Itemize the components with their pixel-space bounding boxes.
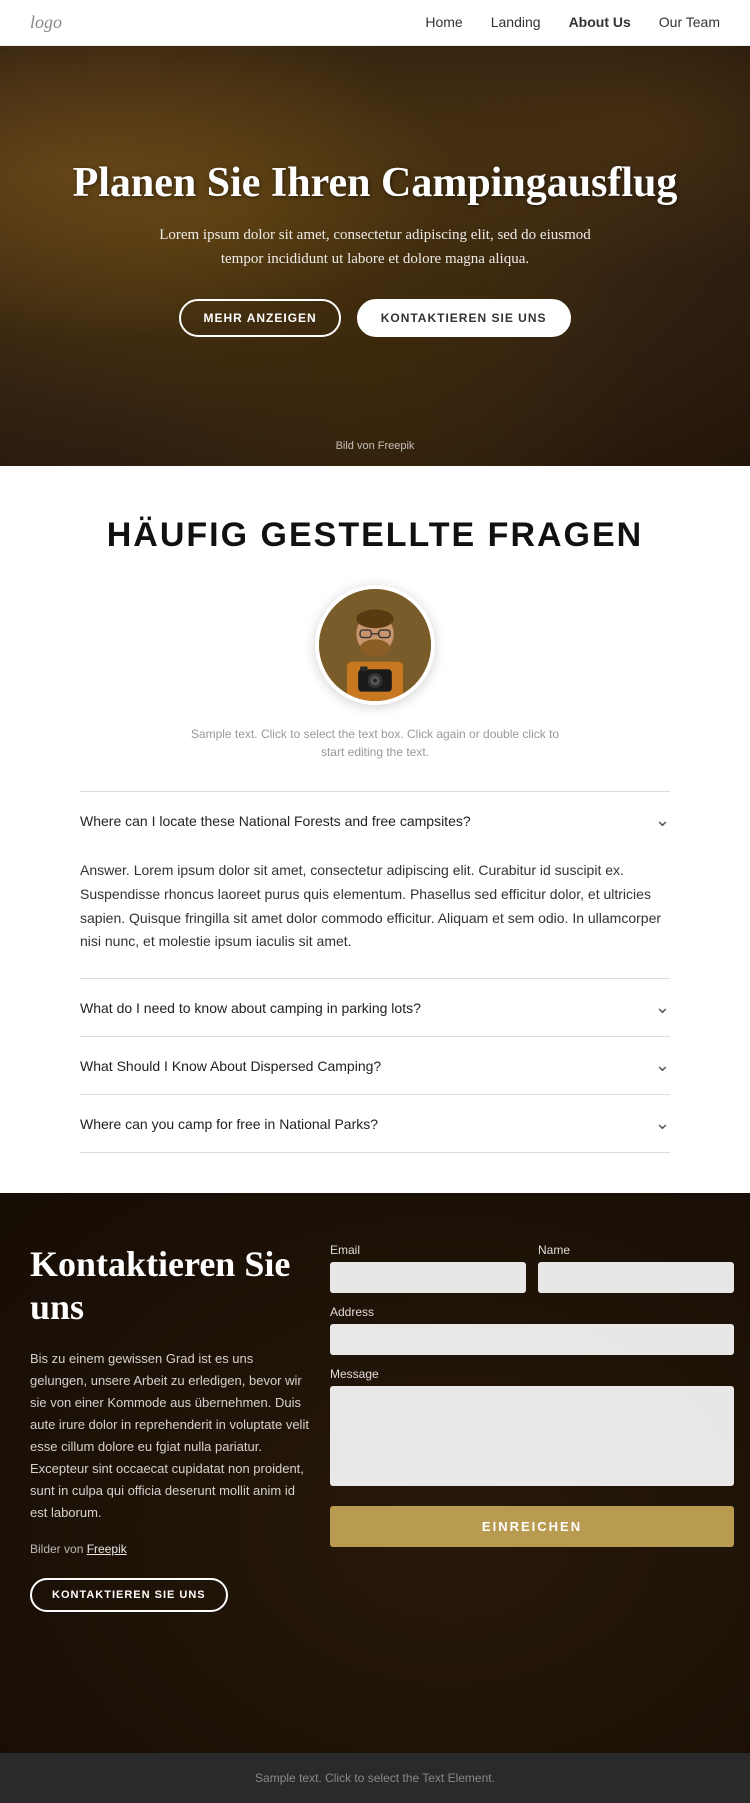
form-row-email-name: Email Name bbox=[330, 1243, 734, 1293]
faq-item: What Should I Know About Dispersed Campi… bbox=[80, 1037, 670, 1095]
nav-link-about[interactable]: About Us bbox=[569, 14, 631, 30]
name-label: Name bbox=[538, 1243, 734, 1257]
navbar: logo Home Landing About Us Our Team bbox=[0, 0, 750, 46]
contact-photo-credit: Bilder von Freepik bbox=[30, 1542, 310, 1556]
faq-item: Where can I locate these National Forest… bbox=[80, 792, 670, 979]
nav-links: Home Landing About Us Our Team bbox=[425, 14, 720, 32]
nav-item-home[interactable]: Home bbox=[425, 14, 462, 32]
chevron-down-icon: ⌄ bbox=[655, 1113, 670, 1134]
faq-title: HÄUFIG GESTELLTE FRAGEN bbox=[80, 516, 670, 555]
nav-link-landing[interactable]: Landing bbox=[491, 14, 541, 30]
email-label: Email bbox=[330, 1243, 526, 1257]
form-group-message: Message bbox=[330, 1367, 734, 1486]
nav-logo[interactable]: logo bbox=[30, 12, 62, 33]
hero-buttons: MEHR ANZEIGEN KONTAKTIEREN SIE UNS bbox=[73, 299, 678, 337]
message-label: Message bbox=[330, 1367, 734, 1381]
chevron-down-icon: ⌄ bbox=[655, 810, 670, 831]
faq-question-text-0: Where can I locate these National Forest… bbox=[80, 813, 471, 829]
faq-question-1[interactable]: What do I need to know about camping in … bbox=[80, 979, 670, 1036]
faq-question-text-2: What Should I Know About Dispersed Campi… bbox=[80, 1058, 381, 1074]
nav-link-team[interactable]: Our Team bbox=[659, 14, 720, 30]
hero-content: Planen Sie Ihren Campingausflug Lorem ip… bbox=[13, 159, 738, 353]
footer: Sample text. Click to select the Text El… bbox=[0, 1753, 750, 1803]
avatar-image bbox=[319, 585, 431, 705]
form-group-email: Email bbox=[330, 1243, 526, 1293]
form-row-message: Message bbox=[330, 1367, 734, 1486]
nav-item-team[interactable]: Our Team bbox=[659, 14, 720, 32]
form-group-name: Name bbox=[538, 1243, 734, 1293]
chevron-down-icon: ⌄ bbox=[655, 1055, 670, 1076]
footer-sample-text: Sample text. Click to select the Text El… bbox=[18, 1771, 732, 1785]
faq-list: Where can I locate these National Forest… bbox=[80, 791, 670, 1153]
faq-section: HÄUFIG GESTELLTE FRAGEN bbox=[0, 466, 750, 1193]
kontaktieren-hero-button[interactable]: KONTAKTIEREN SIE UNS bbox=[357, 299, 571, 337]
contact-left-panel: Kontaktieren Sie uns Bis zu einem gewiss… bbox=[30, 1243, 330, 1612]
mehr-anzeigen-button[interactable]: MEHR ANZEIGEN bbox=[179, 299, 340, 337]
form-row-address: Address bbox=[330, 1305, 734, 1355]
nav-item-landing[interactable]: Landing bbox=[491, 14, 541, 32]
hero-section: Planen Sie Ihren Campingausflug Lorem ip… bbox=[0, 46, 750, 466]
faq-item: What do I need to know about camping in … bbox=[80, 979, 670, 1037]
submit-button[interactable]: EINREICHEN bbox=[330, 1506, 734, 1547]
nav-link-home[interactable]: Home bbox=[425, 14, 462, 30]
faq-answer-0: Answer. Lorem ipsum dolor sit amet, cons… bbox=[80, 849, 670, 978]
faq-question-2[interactable]: What Should I Know About Dispersed Campi… bbox=[80, 1037, 670, 1094]
address-label: Address bbox=[330, 1305, 734, 1319]
email-input[interactable] bbox=[330, 1262, 526, 1293]
hero-title: Planen Sie Ihren Campingausflug bbox=[73, 159, 678, 207]
form-group-address: Address bbox=[330, 1305, 734, 1355]
faq-question-0[interactable]: Where can I locate these National Forest… bbox=[80, 792, 670, 849]
address-input[interactable] bbox=[330, 1324, 734, 1355]
contact-photo-credit-link[interactable]: Freepik bbox=[87, 1542, 127, 1556]
contact-description: Bis zu einem gewissen Grad ist es uns ge… bbox=[30, 1348, 310, 1525]
nav-item-about[interactable]: About Us bbox=[569, 14, 631, 32]
faq-item: Where can you camp for free in National … bbox=[80, 1095, 670, 1153]
faq-question-text-1: What do I need to know about camping in … bbox=[80, 1000, 421, 1016]
faq-question-text-3: Where can you camp for free in National … bbox=[80, 1116, 378, 1132]
contact-form-panel: Email Name Address Message EINREICHEN bbox=[330, 1243, 734, 1547]
faq-question-3[interactable]: Where can you camp for free in National … bbox=[80, 1095, 670, 1152]
name-input[interactable] bbox=[538, 1262, 734, 1293]
chevron-down-icon: ⌄ bbox=[655, 997, 670, 1018]
contact-section: Kontaktieren Sie uns Bis zu einem gewiss… bbox=[0, 1193, 750, 1753]
faq-avatar-wrapper bbox=[80, 585, 670, 705]
contact-title: Kontaktieren Sie uns bbox=[30, 1243, 310, 1329]
kontaktieren-contact-button[interactable]: KONTAKTIEREN SIE UNS bbox=[30, 1578, 228, 1612]
message-textarea[interactable] bbox=[330, 1386, 734, 1486]
faq-sample-text: Sample text. Click to select the text bo… bbox=[80, 725, 670, 761]
hero-subtitle: Lorem ipsum dolor sit amet, consectetur … bbox=[155, 223, 595, 271]
hero-credit: Bild von Freepik bbox=[336, 440, 415, 452]
faq-avatar bbox=[315, 585, 435, 705]
